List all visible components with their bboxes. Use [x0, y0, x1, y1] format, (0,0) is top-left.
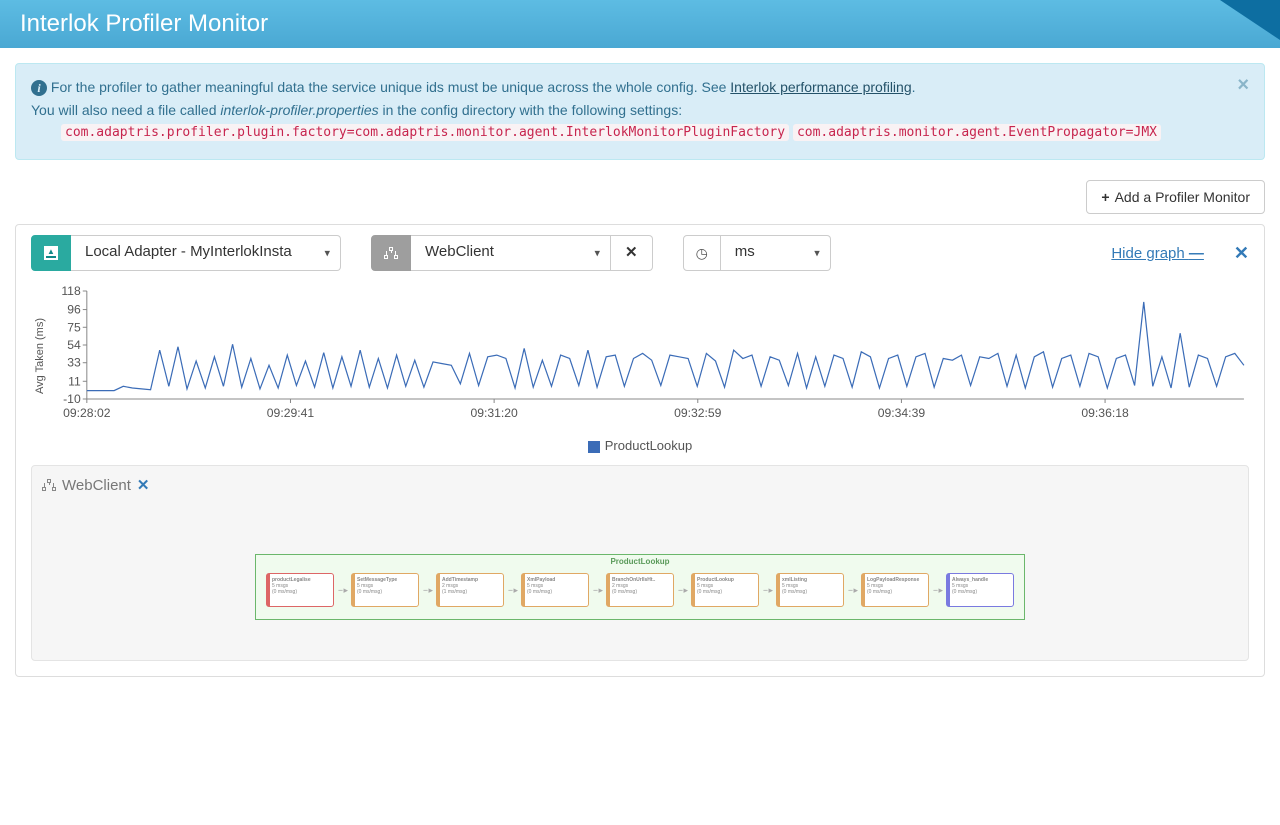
svg-text:96: 96 — [67, 303, 81, 317]
svg-text:33: 33 — [67, 356, 81, 370]
workflow-node[interactable]: productLegalise5 msgs(0 ms/msg) — [266, 573, 334, 607]
arrow-icon: -- ▸ — [508, 585, 517, 596]
workflow-box: ProductLookup productLegalise5 msgs(0 ms… — [255, 554, 1025, 620]
page-title: Interlok Profiler Monitor — [20, 10, 268, 37]
arrow-icon: -- ▸ — [763, 585, 772, 596]
chart: Avg Taken (ms) -10 11 33 54 75 96 118 09:28:02… — [31, 281, 1249, 453]
svg-text:11: 11 — [68, 374, 81, 388]
diagram-title: WebClient ✕ — [42, 476, 1238, 494]
arrow-icon: -- ▸ — [593, 585, 602, 596]
monitor-panel: Local Adapter - MyInterlokInsta WebClien… — [15, 224, 1265, 677]
svg-text:-10: -10 — [63, 392, 81, 406]
workflow-label: ProductLookup — [610, 557, 669, 566]
plus-icon — [1101, 189, 1114, 205]
svg-text:09:31:20: 09:31:20 — [470, 406, 518, 420]
workflow-node[interactable]: LogPayloadResponse5 msgs(0 ms/msg) — [861, 573, 929, 607]
alert-intro: For the profiler to gather meaningful da… — [51, 79, 730, 95]
svg-text:09:29:41: 09:29:41 — [267, 406, 315, 420]
arrow-icon: -- ▸ — [678, 585, 687, 596]
svg-text:09:32:59: 09:32:59 — [674, 406, 722, 420]
info-alert: × i For the profiler to gather meaningfu… — [15, 63, 1265, 160]
y-axis-label: Avg Taken (ms) — [34, 318, 46, 394]
chart-legend: ProductLookup — [31, 438, 1249, 453]
svg-text:09:36:18: 09:36:18 — [1081, 406, 1129, 420]
page-header: Interlok Profiler Monitor — [0, 0, 1280, 48]
svg-text:118: 118 — [61, 284, 81, 298]
legend-swatch — [588, 441, 600, 453]
info-icon: i — [31, 80, 47, 96]
clear-workflow-button[interactable]: ✕ — [611, 235, 653, 271]
diagram-close-icon[interactable]: ✕ — [137, 476, 150, 494]
workflow-node[interactable]: Always_handle5 msgs(0 ms/msg) — [946, 573, 1014, 607]
svg-text:09:34:39: 09:34:39 — [878, 406, 926, 420]
legend-label: ProductLookup — [605, 438, 692, 453]
arrow-icon: -- ▸ — [933, 585, 942, 596]
hide-graph-toggle[interactable]: Hide graph — — [1111, 245, 1204, 262]
svg-text:09:28:02: 09:28:02 — [63, 406, 111, 420]
setting-line: com.adaptris.profiler.plugin.factory=com… — [61, 124, 789, 141]
arrow-icon: -- ▸ — [338, 585, 347, 596]
alert-settings-list: com.adaptris.profiler.plugin.factory=com… — [61, 123, 1229, 144]
workflow-node[interactable]: XmlPayload5 msgs(0 ms/msg) — [521, 573, 589, 607]
alert-line2-pre: You will also need a file called — [31, 102, 220, 118]
profiling-link[interactable]: Interlok performance profiling — [730, 79, 911, 95]
workflow-node[interactable]: ProductLookup5 msgs(0 ms/msg) — [691, 573, 759, 607]
svg-text:75: 75 — [67, 320, 81, 334]
monitor-controls: Local Adapter - MyInterlokInsta WebClien… — [31, 235, 1249, 271]
remove-monitor-button[interactable]: ✕ — [1234, 243, 1249, 264]
adapter-select[interactable]: Local Adapter - MyInterlokInsta — [71, 235, 341, 271]
alert-close-icon[interactable]: × — [1237, 74, 1249, 97]
workflow-node[interactable]: AddTimestamp2 msgs(1 ms/msg) — [436, 573, 504, 607]
chart-svg: Avg Taken (ms) -10 11 33 54 75 96 118 09:28:02… — [31, 281, 1249, 431]
workflow-node[interactable]: SetMessageType5 msgs(0 ms/msg) — [351, 573, 419, 607]
workflow-select[interactable]: WebClient — [411, 235, 611, 271]
arrow-icon: -- ▸ — [423, 585, 432, 596]
alert-line2-post: in the config directory with the followi… — [383, 102, 683, 118]
workflow-node[interactable]: xmlListing5 msgs(0 ms/msg) — [776, 573, 844, 607]
add-monitor-button[interactable]: Add a Profiler Monitor — [1086, 180, 1265, 214]
workflow-icon — [371, 235, 411, 271]
arrow-icon: -- ▸ — [848, 585, 857, 596]
alert-filename: interlok-profiler.properties — [220, 102, 378, 118]
svg-text:54: 54 — [67, 338, 81, 352]
workflow-node[interactable]: BranchOnUrlIsHt..2 msgs(0 ms/msg) — [606, 573, 674, 607]
time-unit-icon — [683, 235, 721, 271]
header-decoration — [1220, 0, 1280, 40]
setting-line: com.adaptris.monitor.agent.EventPropagat… — [793, 124, 1161, 141]
diagram-panel: WebClient ✕ ProductLookup productLegalis… — [31, 465, 1249, 661]
unit-select[interactable]: ms — [721, 235, 831, 271]
adapter-icon — [31, 235, 71, 271]
hierarchy-icon — [42, 479, 56, 491]
